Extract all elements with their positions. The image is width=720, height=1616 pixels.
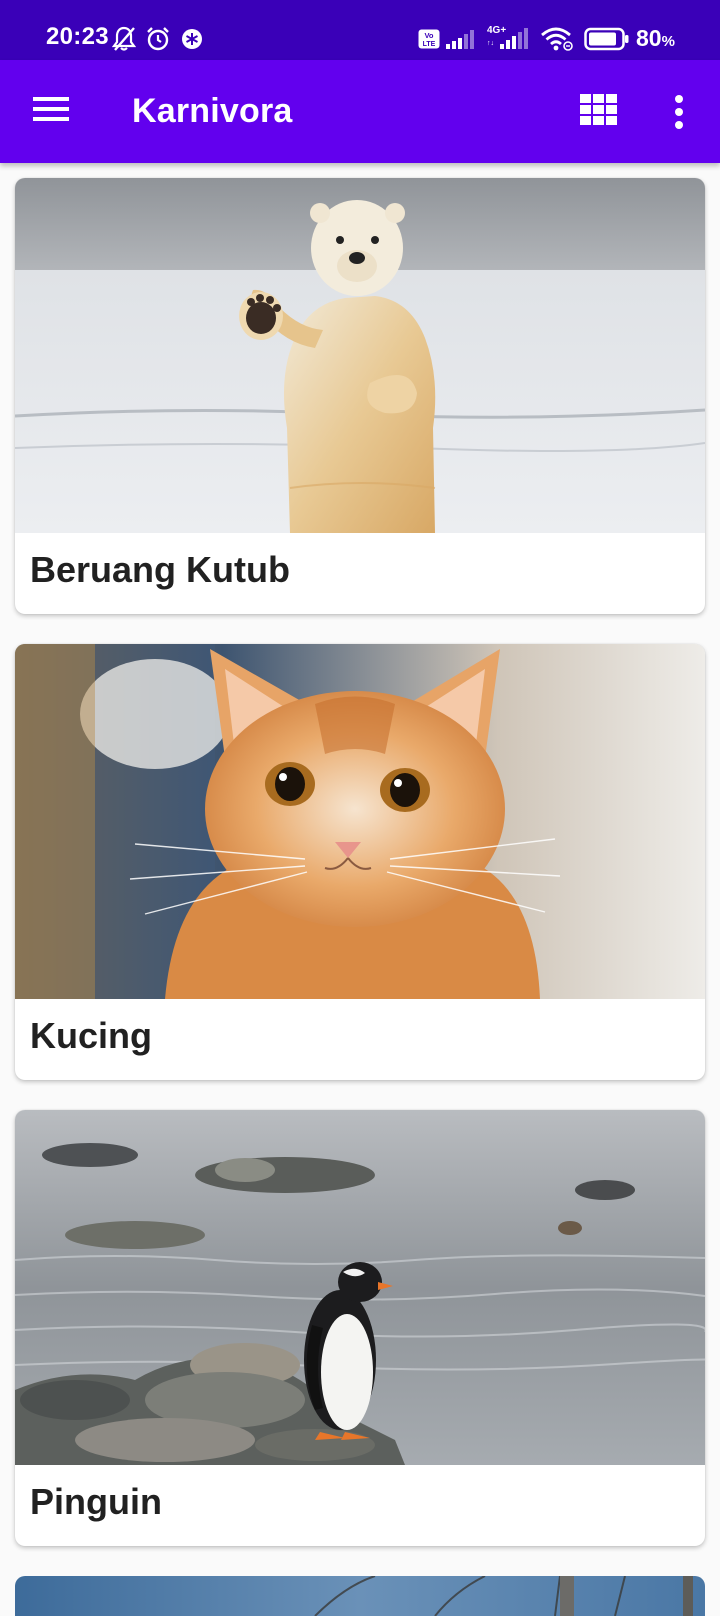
battery-percentage: 80%: [636, 25, 675, 52]
app-notification-icon: [182, 29, 202, 49]
volte-icon: Vo LTE: [418, 29, 440, 49]
battery-value: 80: [636, 25, 662, 51]
battery-icon: [584, 27, 629, 51]
cat-photo: [15, 644, 705, 999]
card-pinguin[interactable]: Pinguin: [15, 1110, 705, 1546]
card-partial[interactable]: [15, 1576, 705, 1616]
card-title: Kucing: [30, 1015, 152, 1056]
mute-bell-icon: [112, 26, 136, 51]
status-time: 20:23: [46, 23, 109, 50]
app-bar: Karnivora: [0, 60, 720, 163]
battery-unit: %: [661, 33, 675, 50]
polar-bear-photo: [15, 178, 705, 533]
svg-text:↑↓: ↑↓: [487, 40, 494, 47]
more-options-icon[interactable]: [671, 94, 687, 130]
svg-text:4G+: 4G+: [487, 25, 506, 36]
signal-icon: [446, 30, 474, 49]
menu-icon[interactable]: [33, 96, 69, 124]
wifi-icon: [541, 27, 573, 51]
4g-signal-icon: 4G+ ↑↓: [487, 25, 528, 49]
status-bar: 20:23 Vo LTE 4G+ ↑↓ 80%: [0, 0, 720, 60]
card-title: Pinguin: [30, 1481, 162, 1522]
card-title: Beruang Kutub: [30, 549, 290, 590]
grid-view-icon[interactable]: [580, 94, 618, 126]
card-kucing[interactable]: Kucing: [15, 644, 705, 1080]
svg-text:Vo: Vo: [424, 31, 433, 40]
alarm-icon: [147, 27, 169, 51]
svg-text:LTE: LTE: [423, 41, 436, 48]
penguin-photo: [15, 1110, 705, 1465]
app-title: Karnivora: [132, 92, 293, 130]
card-beruang-kutub[interactable]: Beruang Kutub: [15, 178, 705, 614]
